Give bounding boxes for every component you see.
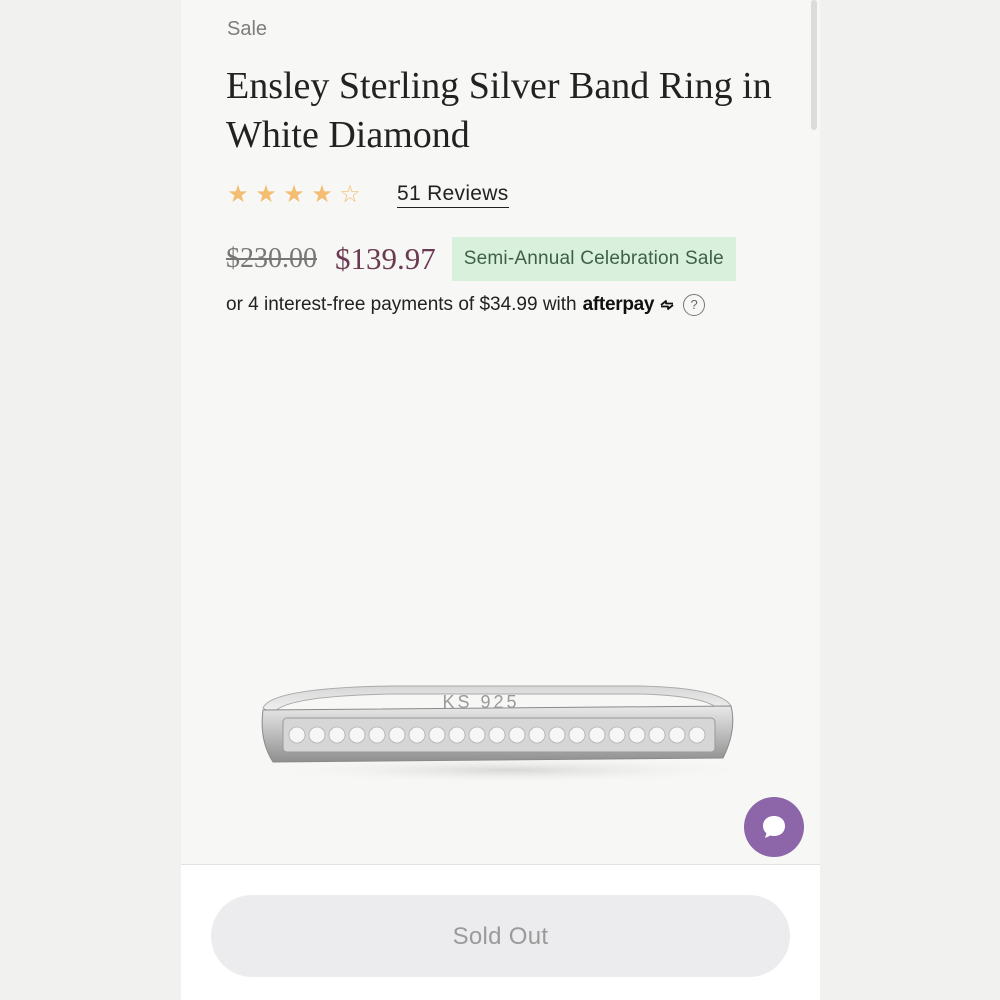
rating-row: ★ ★ ★ ★ ☆ 51 Reviews [226, 180, 509, 210]
sale-price: $139.97 [335, 241, 436, 276]
star-rating[interactable]: ★ ★ ★ ★ ☆ [226, 181, 362, 209]
ring-engraving: KS 925 [442, 692, 519, 712]
installment-row: or 4 interest-free payments of $34.99 wi… [226, 294, 706, 316]
scrollbar[interactable] [811, 0, 817, 130]
page-background-left [0, 0, 181, 1000]
promo-badge: Semi-Annual Celebration Sale [451, 237, 736, 281]
price-row: $230.00 $139.97 Semi-Annual Celebration … [226, 236, 736, 282]
original-price: $230.00 [226, 243, 317, 274]
product-panel: Sale Ensley Sterling Silver Band Ring in… [181, 0, 820, 1000]
sale-label: Sale [227, 18, 268, 40]
chat-bubble-icon [763, 816, 785, 838]
star-icon: ★ [283, 181, 305, 208]
reviews-link[interactable]: 51 Reviews [397, 182, 509, 208]
afterpay-loop-icon [660, 300, 674, 310]
star-outline-icon: ☆ [339, 181, 361, 208]
product-image-ring[interactable]: KS 925 [251, 660, 771, 800]
question-mark-icon[interactable]: ? [683, 294, 706, 316]
purchase-footer: Sold Out [181, 864, 820, 1000]
sold-out-button[interactable]: Sold Out [211, 895, 790, 977]
installment-text: or 4 interest-free payments of $34.99 wi… [226, 294, 577, 315]
afterpay-logo: afterpay [583, 294, 676, 316]
chat-button[interactable] [744, 797, 804, 857]
product-title: Ensley Sterling Silver Band Ring in Whit… [226, 65, 772, 156]
star-icon: ★ [255, 181, 277, 208]
afterpay-brand-text: afterpay [582, 294, 655, 315]
star-icon: ★ [311, 181, 333, 208]
star-icon: ★ [227, 181, 249, 208]
page-background-right [820, 0, 1000, 1000]
